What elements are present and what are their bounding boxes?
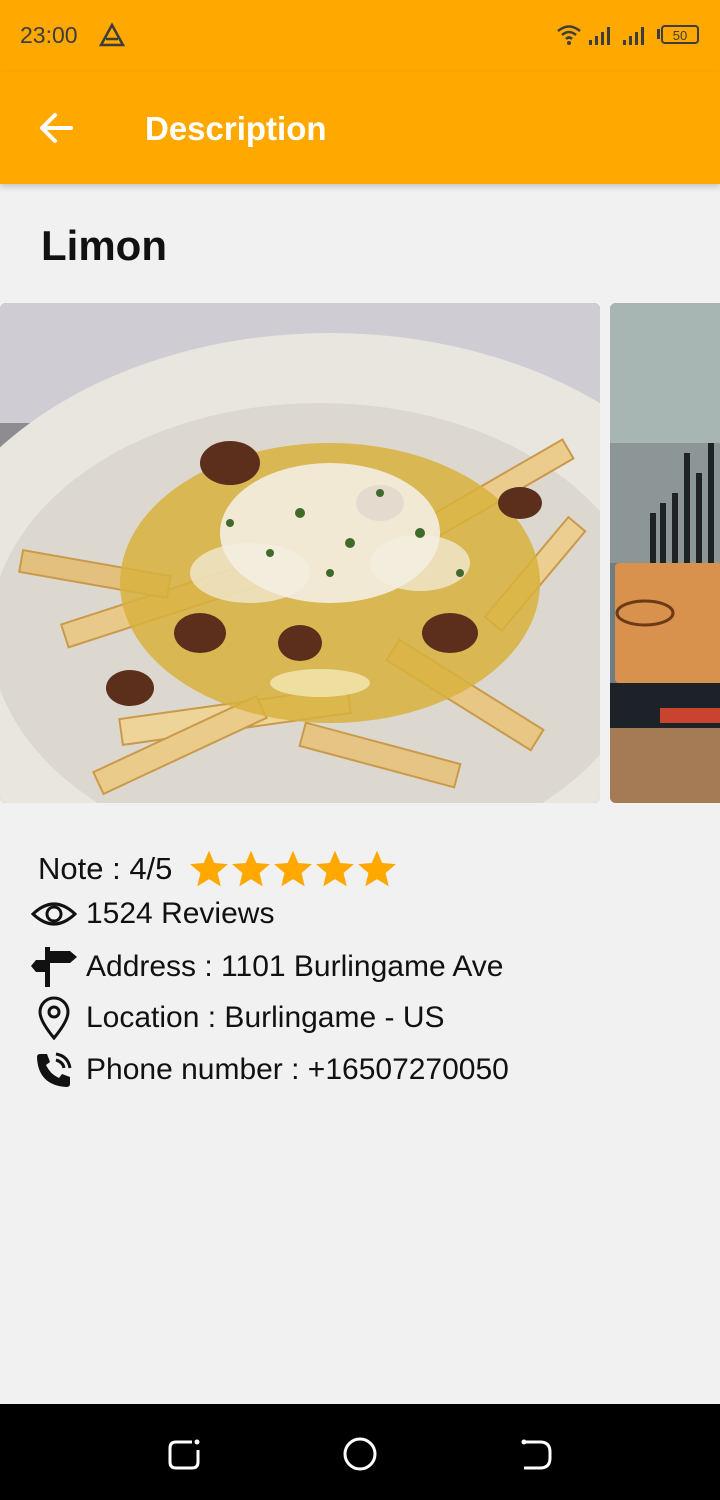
recent-apps-icon[interactable]	[164, 1434, 204, 1474]
place-name: Limon	[41, 222, 167, 269]
rating-row: Note : 4/5	[38, 848, 398, 890]
reviews-row: 1524 Reviews	[30, 890, 274, 938]
phone-row: Phone number : +16507270050	[30, 1046, 509, 1094]
status-icons: 50	[556, 22, 700, 48]
status-bar: 23:00 50	[0, 0, 720, 72]
phone-text: Phone number : +16507270050	[86, 1053, 509, 1086]
reviews-count: 1524 Reviews	[86, 897, 275, 930]
bar-photo[interactable]	[610, 303, 720, 803]
star-icon	[232, 850, 271, 887]
address-text: Address : 1101 Burlingame Ave	[86, 950, 504, 983]
signal-icon	[623, 27, 644, 45]
star-icon	[190, 850, 229, 887]
star-icon	[316, 850, 355, 887]
app-bar: Description	[0, 72, 720, 184]
status-time: 23:00	[20, 22, 78, 48]
home-icon[interactable]	[340, 1434, 380, 1474]
page-title: Description	[145, 110, 327, 147]
food-photo[interactable]	[0, 303, 600, 803]
map-pin-icon	[30, 994, 78, 1042]
location-row: Location : Burlingame - US	[30, 994, 445, 1042]
address-row: Address : 1101 Burlingame Ave	[30, 943, 503, 991]
eye-icon	[30, 890, 78, 938]
rating-label: Note : 4/5	[38, 851, 173, 886]
arrow-left-icon	[40, 113, 73, 143]
alert-triangle-icon	[98, 22, 126, 48]
photo-carousel[interactable]	[0, 303, 720, 803]
location-text: Location : Burlingame - US	[86, 1001, 445, 1034]
signal-icon	[589, 27, 610, 45]
system-nav-bar	[0, 1404, 720, 1500]
signpost-icon	[30, 943, 78, 991]
star-rating	[188, 848, 398, 890]
star-icon	[274, 850, 313, 887]
star-icon	[358, 850, 397, 887]
battery-level: 50	[673, 28, 687, 43]
wifi-icon	[557, 25, 581, 45]
back-nav-icon[interactable]	[516, 1434, 556, 1474]
battery-icon: 50	[657, 25, 699, 44]
phone-call-icon	[30, 1046, 78, 1094]
back-button[interactable]	[30, 102, 82, 154]
